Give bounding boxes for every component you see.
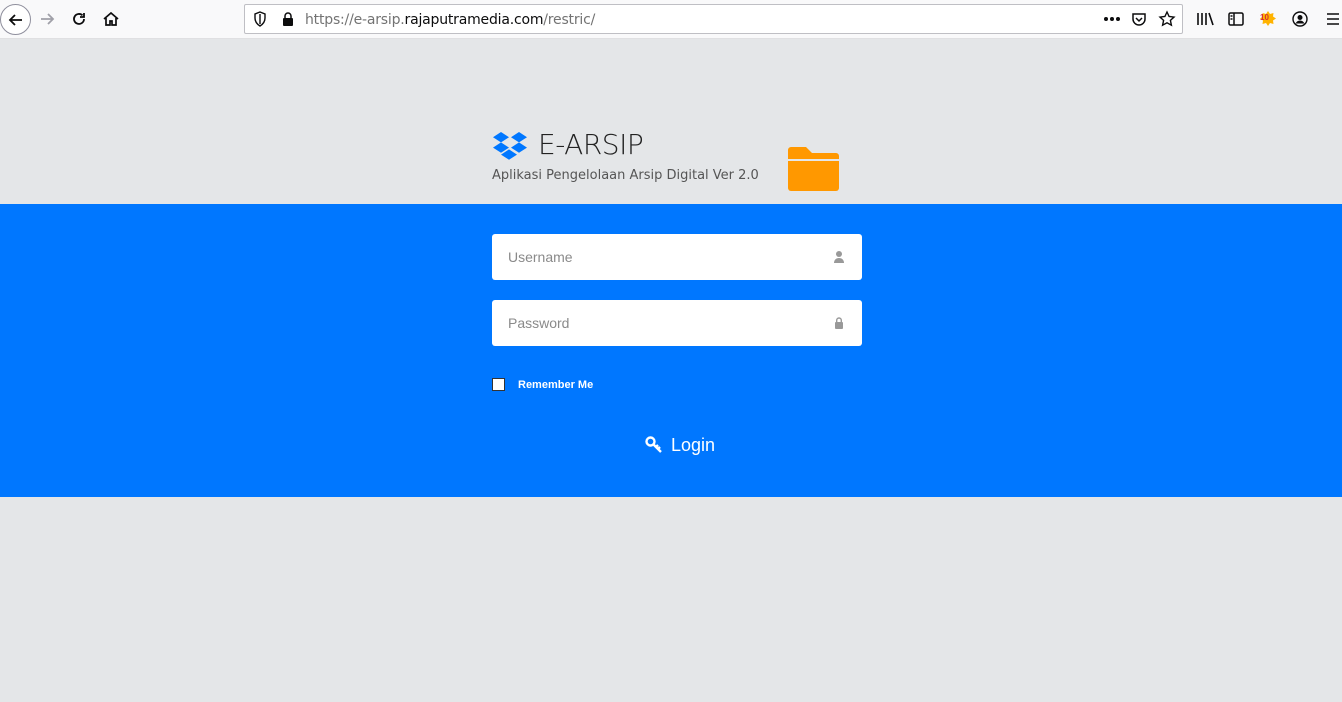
login-button[interactable]: Login bbox=[630, 428, 730, 462]
library-button[interactable] bbox=[1193, 7, 1217, 31]
library-icon bbox=[1197, 12, 1214, 26]
url-host: rajaputramedia.com bbox=[404, 12, 544, 28]
reload-button[interactable] bbox=[67, 7, 91, 31]
username-input[interactable] bbox=[492, 234, 862, 280]
hamburger-menu-icon bbox=[1327, 13, 1339, 25]
password-field[interactable] bbox=[492, 300, 862, 346]
account-button[interactable] bbox=[1288, 7, 1312, 31]
login-label: Login bbox=[670, 434, 716, 455]
pocket-icon[interactable] bbox=[1129, 9, 1149, 29]
extension-button[interactable]: 10 bbox=[1256, 7, 1280, 31]
browser-toolbar: https://e-arsip.rajaputramedia.com/restr… bbox=[0, 0, 1342, 39]
url-path: /restric/ bbox=[543, 12, 596, 28]
extension-badge-count: 10 bbox=[1260, 13, 1269, 22]
username-field[interactable] bbox=[492, 234, 862, 280]
sidebar-button[interactable] bbox=[1224, 7, 1248, 31]
user-icon bbox=[834, 251, 844, 263]
bookmark-star-icon[interactable] bbox=[1157, 9, 1177, 29]
url-text[interactable]: https://e-arsip.rajaputramedia.com/restr… bbox=[305, 12, 595, 28]
password-input[interactable] bbox=[492, 300, 862, 346]
app-title: E-ARSIP bbox=[538, 128, 644, 161]
page-actions-icon[interactable] bbox=[1102, 9, 1122, 29]
key-icon bbox=[645, 436, 662, 453]
menu-button[interactable] bbox=[1324, 7, 1342, 31]
reload-icon bbox=[73, 13, 85, 25]
home-icon bbox=[103, 11, 119, 26]
account-icon bbox=[1292, 11, 1308, 27]
shield-icon[interactable] bbox=[250, 9, 270, 29]
back-button[interactable] bbox=[0, 4, 31, 35]
remember-me-checkbox[interactable] bbox=[492, 378, 505, 391]
remember-me[interactable]: Remember Me bbox=[492, 378, 593, 391]
folder-icon bbox=[788, 147, 839, 191]
url-prefix: https://e-arsip. bbox=[305, 12, 405, 28]
arrow-right-icon bbox=[41, 13, 55, 25]
forward-button[interactable] bbox=[35, 7, 59, 31]
app-subtitle: Aplikasi Pengelolaan Arsip Digital Ver 2… bbox=[492, 168, 759, 183]
sidebar-icon bbox=[1228, 12, 1244, 26]
lock-icon bbox=[835, 317, 843, 329]
arrow-left-icon bbox=[8, 13, 22, 26]
address-bar[interactable]: https://e-arsip.rajaputramedia.com/restr… bbox=[244, 4, 1183, 34]
dropbox-logo-icon bbox=[493, 132, 527, 160]
padlock-icon[interactable] bbox=[278, 9, 298, 29]
home-button[interactable] bbox=[99, 7, 123, 31]
remember-me-label[interactable]: Remember Me bbox=[518, 379, 593, 391]
